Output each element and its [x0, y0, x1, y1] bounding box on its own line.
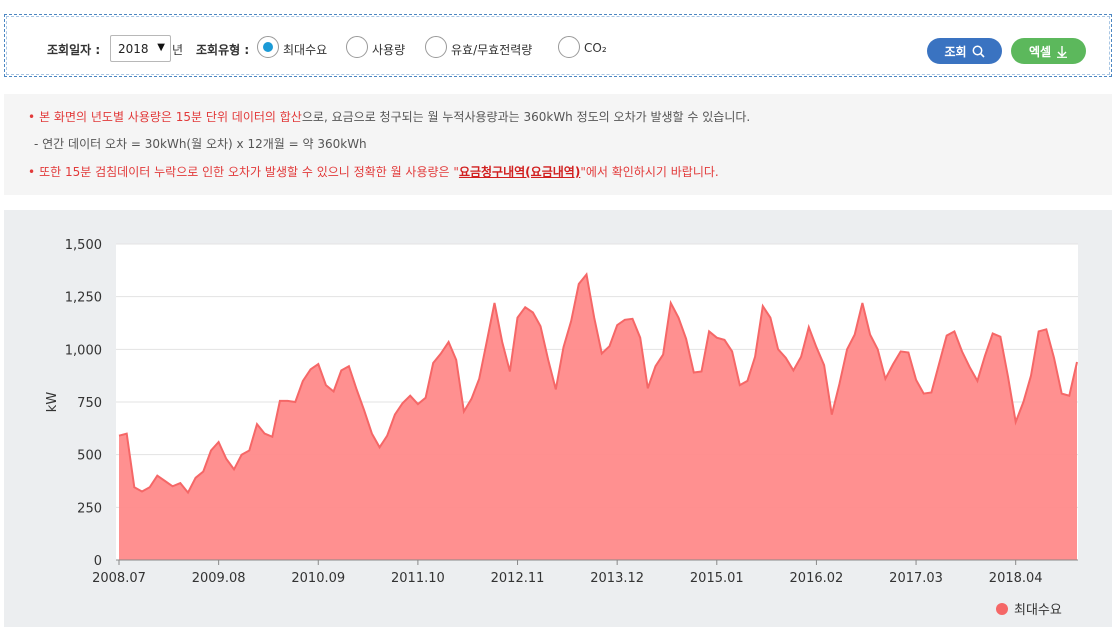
x-tick-label: 2013.12: [590, 571, 644, 586]
legend-marker: [996, 602, 1008, 615]
y-tick-label: 500: [77, 449, 102, 464]
bullet-icon: •: [28, 110, 36, 124]
y-tick-label: 1,250: [65, 291, 102, 306]
download-icon: [1057, 45, 1068, 58]
excel-button-label: 엑셀: [1028, 44, 1052, 59]
year-value: 2018: [118, 42, 149, 56]
radio-peak-demand[interactable]: [257, 36, 279, 58]
y-tick-label: 250: [77, 501, 102, 516]
y-tick-label: 1,500: [65, 238, 102, 253]
year-select[interactable]: 2018 ▼: [110, 35, 171, 62]
search-button-label: 조회: [944, 44, 967, 59]
y-axis-label: kW: [45, 392, 60, 413]
notice-line-2: - 연간 데이터 오차 = 30kWh(월 오차) x 12개월 = 약 360…: [34, 137, 367, 151]
year-unit: 년: [172, 43, 184, 57]
search-button[interactable]: 조회: [927, 38, 1002, 64]
radio-label-co2: CO₂: [584, 41, 607, 55]
chart-legend[interactable]: 최대수요: [996, 599, 1062, 618]
notice-line-1-highlight: 본 화면의 년도별 사용량은 15분 단위 데이터의 합산: [39, 110, 302, 124]
x-tick-label: 2015.01: [690, 571, 744, 586]
date-label: 조회일자 :: [47, 43, 101, 57]
notice-line-1-text: 으로, 요금으로 청구되는 월 누적사용량과는 360kWh 정도의 오차가 발…: [301, 110, 751, 124]
x-tick-label: 2016.02: [790, 571, 844, 586]
radio-usage[interactable]: [346, 36, 368, 58]
radio-label-peak-demand: 최대수요: [283, 43, 328, 57]
bullet-icon: •: [28, 165, 36, 179]
chart-area: 0 250 500 750 1,000 1,250 1,500 2008.07 2009.08 2…: [4, 210, 1112, 627]
x-tick-label: 2012.11: [491, 571, 545, 586]
notice-box: • 본 화면의 년도별 사용량은 15분 단위 데이터의 합산으로, 요금으로 청…: [4, 94, 1112, 195]
y-tick-label: 750: [77, 396, 102, 411]
excel-button[interactable]: 엑셀: [1011, 38, 1086, 64]
radio-active-reactive[interactable]: [425, 36, 447, 58]
x-tick-label: 2017.03: [889, 571, 943, 586]
search-icon: [972, 45, 985, 58]
x-tick-label: 2018.04: [989, 571, 1043, 586]
demand-chart: 0 250 500 750 1,000 1,250 1,500 2008.07 2009.08 2…: [45, 238, 1078, 586]
notice-line-3: • 또한 15분 검침데이터 누락으로 인한 오차가 발생할 수 있으니 정확한 …: [28, 163, 719, 180]
radio-label-active-reactive: 유효/무효전력량: [451, 43, 533, 57]
billing-history-link[interactable]: 요금청구내역(요금내역): [459, 165, 580, 179]
radio-label-usage: 사용량: [372, 43, 406, 57]
notice-line-3-text: 또한 15분 검침데이터 누락으로 인한 오차가 발생할 수 있으니 정확한 월…: [39, 165, 459, 179]
search-panel: 조회일자 : 2018 ▼ 년 조회유형 : 최대수요 사용량 유효/무효전력량…: [4, 14, 1112, 77]
y-tick-label: 0: [94, 554, 102, 569]
type-label: 조회유형 :: [196, 43, 250, 57]
notice-line-3-tail: "에서 확인하시기 바랍니다.: [580, 165, 719, 179]
dropdown-arrow-icon: ▼: [157, 42, 165, 53]
radio-co2[interactable]: [558, 36, 580, 58]
legend-label: 최대수요: [1014, 603, 1062, 618]
x-tick-label: 2011.10: [391, 571, 445, 586]
search-panel-inner: 조회일자 : 2018 ▼ 년 조회유형 : 최대수요 사용량 유효/무효전력량…: [6, 16, 1110, 75]
x-tick-label: 2009.08: [192, 571, 246, 586]
notice-line-1: • 본 화면의 년도별 사용량은 15분 단위 데이터의 합산으로, 요금으로 청…: [28, 108, 750, 125]
y-tick-label: 1,000: [65, 343, 102, 358]
x-tick-label: 2008.07: [92, 571, 146, 586]
x-tick-label: 2010.09: [291, 571, 345, 586]
